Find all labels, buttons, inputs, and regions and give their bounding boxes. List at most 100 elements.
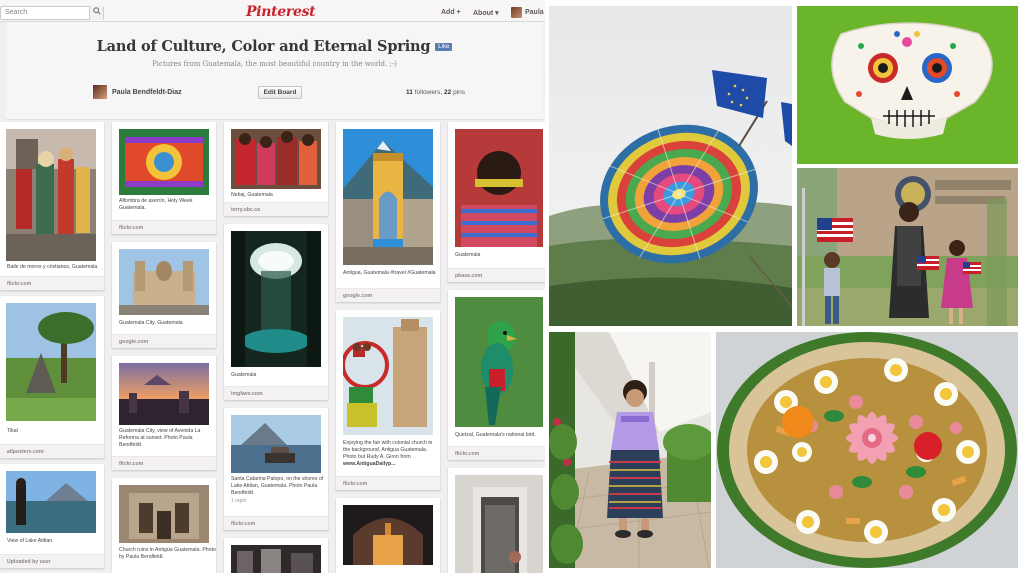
pin-caption: Baile de moros y cristianos, Guatemala — [7, 264, 98, 270]
pin-caption: Enjoying the fair with colonial church i… — [343, 440, 433, 460]
pin-source[interactable]: Uploaded by user — [0, 554, 104, 568]
pin-source[interactable]: flickr.com — [336, 476, 440, 490]
pin-caption: Santa Catarina Palopo, on the shores of … — [231, 476, 324, 496]
pin-source[interactable]: flickr.com — [448, 446, 545, 460]
pin-source[interactable]: terry.ubc.ca — [224, 202, 328, 216]
sugar-skull-photo — [797, 6, 1018, 164]
pinterest-board-screenshot: Search Pinterest Add + About ▾ Paula Lan… — [0, 0, 545, 573]
user-name-link[interactable]: Paula — [525, 9, 544, 16]
pin-caption: Quetzal, Guatemala's national bird. — [455, 432, 536, 438]
pin-caption: View of Lake Atitlan. — [7, 538, 54, 544]
pin-card[interactable]: Guatemala City, Guatemala google.com — [112, 242, 216, 348]
pin-caption: Alfombra de aserrín, Holy Week Guatemala… — [119, 198, 193, 211]
pin-caption-link[interactable]: www.AntiguaDailyp... — [343, 461, 396, 468]
pin-image — [119, 249, 209, 315]
like-label: Like — [438, 44, 450, 50]
pin-source[interactable]: flickr.com — [112, 456, 216, 470]
search-input[interactable]: Search — [0, 6, 104, 20]
pin-card[interactable]: Guatemala imgfave.com — [224, 224, 328, 400]
pin-caption: Church ruins in Antigua Guatemala. Photo… — [119, 547, 216, 560]
pin-caption: Guatemala — [455, 252, 481, 258]
pin-card[interactable]: View of Lake Atitlan. Uploaded by user — [0, 464, 104, 568]
egg-slice — [864, 520, 888, 544]
user-avatar[interactable] — [511, 7, 522, 18]
pin-card[interactable]: Tikal allposters.com — [0, 296, 104, 458]
board-stats: 11 followers, 22 pins — [406, 89, 465, 96]
search-icon — [92, 7, 101, 15]
search-button[interactable] — [89, 6, 103, 20]
pin-caption: Tikal — [7, 428, 18, 434]
pin-caption: Guatemala City, Guatemala — [119, 320, 183, 326]
collage: Search Pinterest Add + About ▾ Paula Lan… — [0, 0, 1024, 573]
fiambre-platter-photo — [716, 332, 1018, 568]
pin-caption: Antigua, Guatemala #travel #Guatemala — [343, 270, 436, 276]
egg-slice — [792, 442, 812, 462]
search-placeholder: Search — [5, 9, 28, 16]
pin-source[interactable]: flickr.com — [224, 516, 328, 530]
pin-source[interactable]: flickr.com — [112, 220, 216, 234]
family-consulate-photo — [797, 168, 1018, 326]
pin-caption: Guatemala City, view of Avenida La Refor… — [119, 428, 201, 448]
egg-slice — [956, 440, 980, 464]
pin-image — [343, 129, 433, 265]
pin-card[interactable]: Nebaj, Guatemala terry.ubc.ca — [224, 122, 328, 216]
board-title-text: Land of Culture, Color and Eternal Sprin… — [96, 38, 431, 55]
pin-source[interactable]: imgfave.com — [224, 386, 328, 400]
pin-card[interactable]: Guatemala pbase.com — [448, 122, 545, 282]
pin-image — [455, 475, 543, 573]
pin-image — [6, 471, 96, 533]
pin-card[interactable] — [224, 538, 328, 573]
pin-image — [455, 297, 543, 427]
pin-image — [231, 545, 321, 573]
pin-image — [6, 303, 96, 421]
pin-card[interactable]: Enjoying the fair with colonial church i… — [336, 310, 440, 490]
pin-source[interactable]: flickr.com — [0, 276, 104, 290]
pin-image — [455, 129, 543, 247]
pin-image — [231, 415, 321, 473]
pin-image — [231, 129, 321, 189]
pin-caption: Nebaj, Guatemala — [231, 192, 273, 198]
girl-corridor-photo — [549, 332, 711, 568]
pin-image — [119, 485, 209, 543]
repin-count[interactable]: 1 repin — [231, 498, 246, 504]
pin-image — [343, 317, 433, 435]
pins-count: 22 — [444, 89, 452, 96]
pin-card[interactable]: Quetzal, Guatemala's national bird. flic… — [448, 290, 545, 460]
pin-card[interactable] — [448, 468, 545, 573]
owner-avatar[interactable] — [93, 85, 107, 99]
board-header: Land of Culture, Color and Eternal Sprin… — [6, 22, 543, 120]
pin-card[interactable]: Antigua, Guatemala #travel #Guatemala go… — [336, 122, 440, 302]
followers-word: followers, — [414, 89, 443, 96]
egg-slice — [884, 358, 908, 382]
egg-slice — [814, 370, 838, 394]
pinterest-logo[interactable]: Pinterest — [246, 4, 316, 20]
board-title: Land of Culture, Color and Eternal Sprin… — [6, 38, 543, 55]
pin-card[interactable] — [336, 498, 440, 573]
board-owner-link[interactable]: Paula Bendfeldt-Diaz — [112, 89, 182, 96]
pin-card[interactable]: Church ruins in Antigua Guatemala. Photo… — [112, 478, 216, 573]
pin-card[interactable]: Baile de moros y cristianos, Guatemala f… — [0, 122, 104, 290]
pin-image — [119, 363, 209, 425]
egg-slice — [932, 498, 956, 522]
egg-slice — [796, 510, 820, 534]
pin-card[interactable]: Santa Catarina Palopo, on the shores of … — [224, 408, 328, 530]
board-description: Pictures from Guatemala, the most beauti… — [152, 60, 397, 68]
followers-count[interactable]: 11 — [406, 89, 413, 96]
pin-card[interactable]: Guatemala City, view of Avenida La Refor… — [112, 356, 216, 470]
pin-source[interactable]: allposters.com — [0, 444, 104, 458]
pin-card[interactable]: Alfombra de aserrín, Holy Week Guatemala… — [112, 122, 216, 234]
add-menu[interactable]: Add + — [441, 9, 461, 16]
pin-source[interactable]: google.com — [336, 288, 440, 302]
pin-source[interactable]: google.com — [112, 334, 216, 348]
about-menu[interactable]: About ▾ — [473, 9, 499, 17]
facebook-like-button[interactable]: Like — [435, 43, 453, 51]
pin-source[interactable]: pbase.com — [448, 268, 545, 282]
egg-slice — [754, 450, 778, 474]
pin-caption: Guatemala — [231, 372, 257, 378]
pin-image — [343, 505, 433, 565]
pin-image — [231, 231, 321, 367]
pins-word: pins — [453, 89, 465, 96]
edit-board-button[interactable]: Edit Board — [258, 86, 302, 99]
giant-kite-photo — [549, 6, 792, 326]
egg-slice — [934, 382, 958, 406]
